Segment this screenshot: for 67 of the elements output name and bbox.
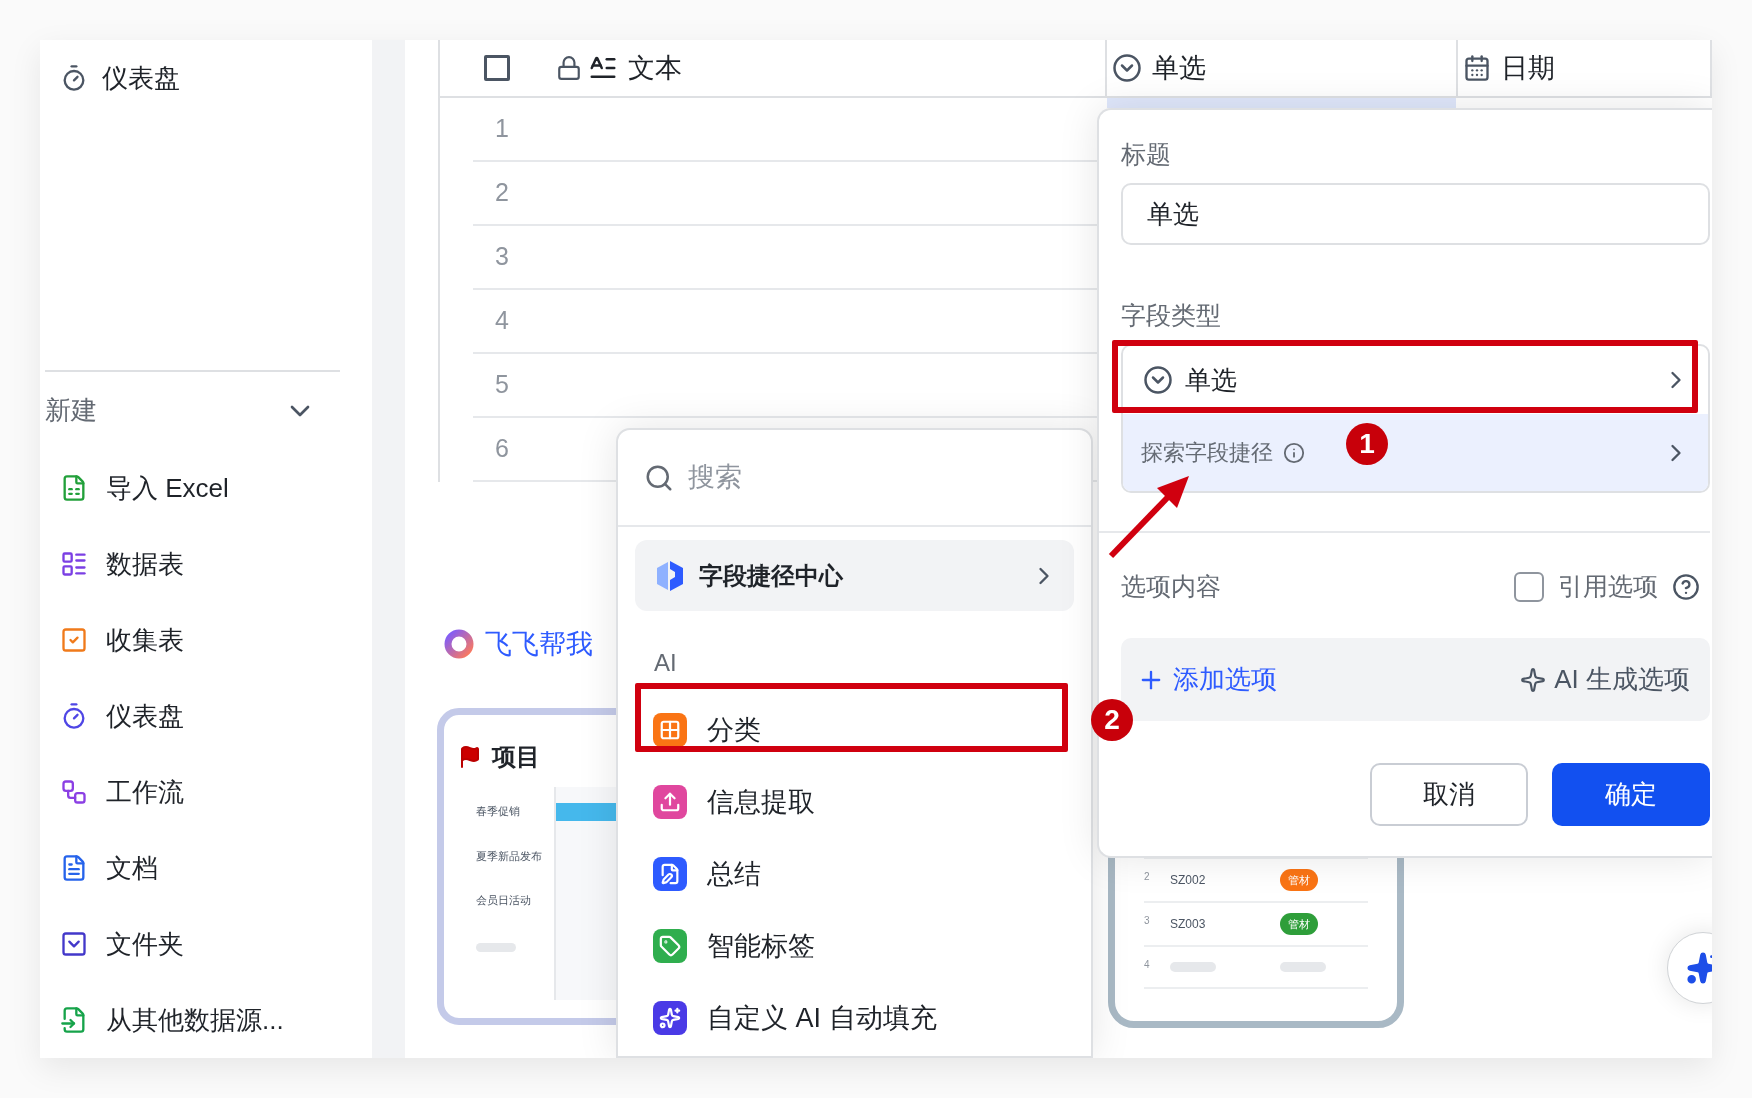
column-header[interactable]: 单选 (1107, 40, 1458, 96)
row-number: 5 (494, 369, 509, 401)
help-icon[interactable] (1672, 573, 1700, 601)
sparkle-icon (1520, 666, 1547, 693)
sidebar-item[interactable]: 从其他数据源... (45, 982, 340, 1058)
dropdown-circle-icon (1143, 365, 1173, 395)
field-label: 标题 (1121, 139, 1171, 170)
hexagon-logo-icon (655, 559, 685, 592)
calendar-icon (1463, 54, 1491, 82)
info-icon (1283, 441, 1305, 464)
sidebar-item[interactable]: 文件夹 (45, 906, 340, 982)
checkbox-label: 引用选项 (1558, 571, 1658, 603)
flag-icon (458, 745, 482, 769)
sidebar-item[interactable]: 仪表盘 (45, 678, 340, 754)
sidebar-item[interactable]: 导入 Excel (45, 450, 340, 526)
sidebar-item[interactable]: 收集表 (45, 602, 340, 678)
sidebar-item[interactable]: 数据表 (45, 526, 340, 602)
section-title: 新建 (45, 394, 97, 428)
cancel-button[interactable]: 取消 (1370, 763, 1528, 826)
table-cell-text: SZ003 (1170, 916, 1207, 933)
grid-icon (653, 713, 687, 747)
row-number: 2 (1144, 870, 1151, 884)
title-input[interactable]: 单选 (1121, 183, 1710, 245)
document-edit-icon (653, 857, 687, 891)
checkbox[interactable] (1514, 572, 1544, 602)
row-number: 4 (1144, 958, 1151, 972)
placeholder-bar (476, 942, 516, 952)
sidebar-item[interactable]: 文档 (45, 830, 340, 906)
card-title: 项目 (492, 742, 540, 772)
row-number: 4 (494, 305, 509, 337)
row-number: 3 (494, 241, 509, 273)
tag-icon (653, 929, 687, 963)
table-cell-text: SZ002 (1170, 872, 1207, 889)
sparkle-icon (1686, 951, 1712, 985)
workflow-icon (60, 778, 88, 806)
placeholder-bar (1170, 962, 1216, 972)
ring-logo-icon (443, 628, 475, 661)
search-field[interactable]: 搜索 (688, 457, 988, 498)
card-row-label: 春季促销 (476, 804, 521, 819)
sidebar-item[interactable]: 仪表盘 (45, 40, 340, 117)
checkbox[interactable] (484, 55, 510, 81)
dropdown-square-icon (60, 930, 88, 958)
sidebar-item[interactable]: 工作流 (45, 754, 340, 830)
field-label: 选项内容 (1121, 571, 1221, 603)
row-number: 6 (494, 433, 509, 465)
upload-icon (653, 785, 687, 819)
row-number: 2 (494, 177, 509, 209)
sparkle-icon (653, 1001, 687, 1035)
confirm-button[interactable]: 确定 (1552, 763, 1710, 826)
row-number: 3 (1144, 914, 1151, 928)
ai-generate-button[interactable]: AI 生成选项 (1520, 660, 1690, 699)
assistant-link[interactable]: 飞飞帮我 (443, 624, 593, 665)
placeholder-bar (1280, 962, 1326, 972)
column-header[interactable]: 日期 (1458, 40, 1712, 96)
section-label: AI (654, 648, 677, 678)
list-icon (60, 550, 88, 578)
tag: 管材 (1280, 913, 1318, 935)
add-option-button[interactable]: 添加选项 (1137, 660, 1277, 699)
field-label: 字段类型 (1121, 300, 1221, 331)
card-row-label: 会员日活动 (476, 893, 532, 908)
tag: 管材 (1280, 869, 1318, 891)
card-row-label: 夏季新品发布 (476, 848, 543, 864)
field-type-select[interactable]: 单选 (1123, 346, 1708, 414)
dropdown-circle-icon (1112, 53, 1142, 83)
checkbox-icon (60, 626, 88, 654)
row-number: 1 (494, 113, 509, 145)
column-header[interactable]: 文本 (438, 40, 1107, 96)
